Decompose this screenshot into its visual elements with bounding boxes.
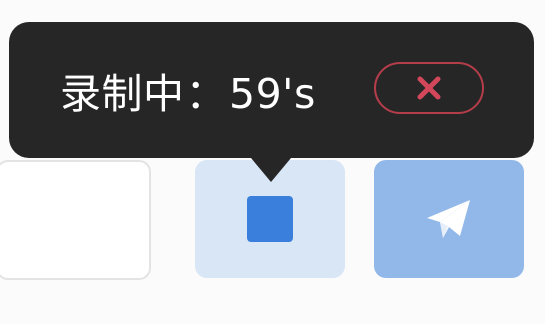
recording-status: 录制中：59's: [60, 67, 316, 121]
recording-label: 录制中: [60, 70, 185, 118]
recording-timer: 59's: [229, 70, 316, 118]
stop-square-icon: [247, 196, 293, 242]
close-icon: [417, 76, 441, 100]
paper-plane-icon: [427, 200, 470, 238]
send-button[interactable]: [374, 160, 524, 278]
tooltip-pointer: [251, 158, 291, 182]
recording-separator: ：: [185, 70, 227, 118]
cancel-recording-button[interactable]: [374, 62, 484, 114]
message-input[interactable]: [0, 160, 151, 280]
voice-input-area: 录制中：59's: [0, 0, 545, 324]
